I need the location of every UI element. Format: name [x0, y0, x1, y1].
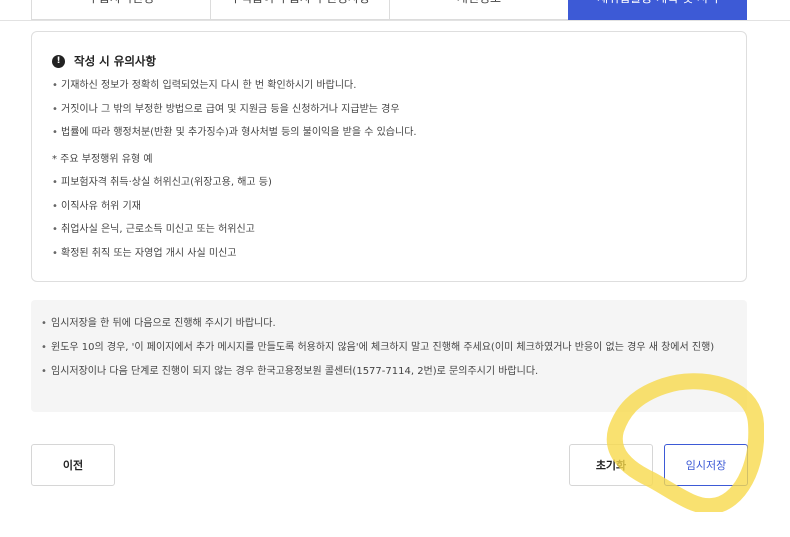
caution-line: • 기재하신 정보가 정확히 입력되었는지 다시 한 번 확인하시기 바랍니다. [52, 80, 357, 91]
temp-save-button[interactable]: 임시저장 [664, 444, 748, 486]
note-item: • 임시저장이나 다음 단계로 진행이 되지 않는 경우 한국고용정보원 콜센터(… [41, 366, 539, 377]
example-line: • 이직사유 허위 기재 [52, 200, 141, 212]
caution-line: • 법률에 따라 행정처분(반환 및 추가징수)과 형사처벌 등의 불이익을 받을… [52, 127, 417, 138]
reset-button[interactable]: 초기화 [569, 444, 653, 486]
tab-step-3[interactable]: 개인정보 [389, 0, 568, 20]
page: 수급자격신청 구직급여 수급자격 인정사항 개인정보 재취업활동 계획 및 서약… [0, 0, 790, 537]
examples-heading: * 주요 부정행위 유형 예 [52, 153, 153, 165]
example-line: • 확정된 취직 또는 자영업 개시 사실 미신고 [52, 247, 237, 259]
note-item: • 임시저장을 한 뒤에 다음으로 진행해 주시기 바랍니다. [41, 318, 276, 329]
example-line: • 피보험자격 취득·상실 허위신고(위장고용, 해고 등) [52, 177, 272, 188]
step-tabs: 수급자격신청 구직급여 수급자격 인정사항 개인정보 재취업활동 계획 및 서약 [0, 0, 790, 21]
caution-box: ! 작성 시 유의사항 • 기재하신 정보가 정확히 입력되었는지 다시 한 번 … [31, 31, 747, 282]
note-item: • 윈도우 10의 경우, '이 페이지에서 추가 메시지를 만들도록 허용하지 … [41, 342, 715, 353]
notes-box: • 임시저장을 한 뒤에 다음으로 진행해 주시기 바랍니다. • 윈도우 10의 … [31, 300, 747, 412]
caution-line: • 거짓이나 그 밖의 부정한 방법으로 급여 및 지원금 등을 신청하거나 지급… [52, 103, 400, 115]
caution-title-text: 작성 시 유의사항 [74, 54, 157, 68]
tab-step-4-active[interactable]: 재취업활동 계획 및 서약 [568, 0, 747, 20]
exclamation-circle-icon: ! [52, 54, 65, 68]
caution-title: ! 작성 시 유의사항 [52, 52, 746, 70]
example-line: • 취업사실 은닉, 근로소득 미신고 또는 허위신고 [52, 224, 255, 235]
prev-button[interactable]: 이전 [31, 444, 115, 486]
tab-step-2[interactable]: 구직급여 수급자격 인정사항 [210, 0, 389, 20]
tab-step-1[interactable]: 수급자격신청 [31, 0, 210, 20]
